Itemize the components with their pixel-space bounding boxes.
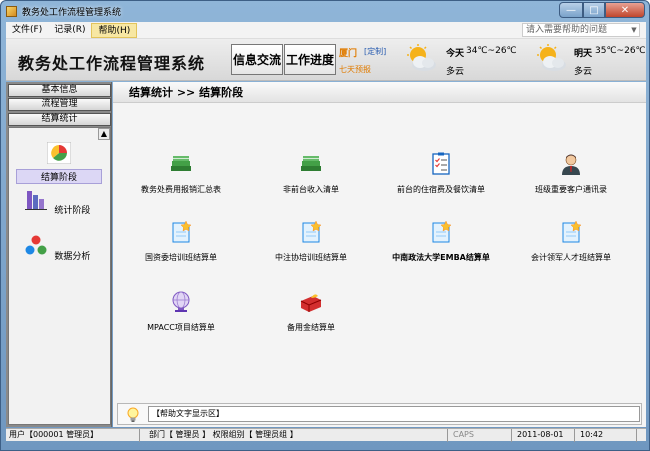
title-bar: 教务处工作流程管理系统 — □ ✕: [1, 1, 649, 22]
info-exchange-button[interactable]: 信息交流: [231, 44, 283, 75]
globe-icon: [172, 291, 190, 312]
maximize-button[interactable]: □: [583, 2, 605, 18]
grid-item-label: 前台的住宿费及餐饮清单: [397, 185, 485, 194]
checklist-icon: [432, 152, 450, 175]
sidebar-panel: ▲ 结算阶段 统计阶段 数据分析: [8, 127, 111, 425]
grid-item-non-front-income[interactable]: 非前台收入清单: [246, 152, 376, 195]
help-text-area: 【帮助文字显示区】: [148, 406, 640, 422]
breadcrumb: 结算统计 >> 结算阶段: [113, 82, 646, 103]
sidebar-item-settlement-stage[interactable]: 结算阶段: [9, 141, 109, 184]
grid-item-mpacc-settlement[interactable]: MPACC项目结算单: [116, 290, 246, 333]
grid-item-label: 教务处费用报销汇总表: [141, 185, 221, 194]
grid-item-label: MPACC项目结算单: [147, 323, 215, 332]
weather-city[interactable]: 厦门: [339, 46, 357, 59]
document-star-icon: [302, 220, 322, 243]
menu-file[interactable]: 文件(F): [6, 23, 48, 38]
seven-day-forecast-link[interactable]: 七天预报: [339, 64, 371, 75]
sidebar: 基本信息 流程管理 结算统计 ▲ 结算阶段 统计阶段 数据分析: [6, 82, 112, 427]
molecule-icon: [25, 235, 47, 255]
app-window: 教务处工作流程管理系统 — □ ✕ 文件(F) 记录(R) 帮助(H) 请入需要…: [0, 0, 650, 451]
grid-item-client-contacts[interactable]: 班级重要客户通讯录: [506, 152, 636, 195]
weather-tomorrow-label: 明天: [574, 49, 593, 59]
help-bar: 【帮助文字显示区】: [117, 403, 642, 425]
minimize-button[interactable]: —: [559, 2, 583, 18]
dropdown-arrow-icon[interactable]: ▼: [629, 24, 639, 36]
gift-icon: [300, 294, 322, 312]
status-caps: CAPS: [450, 429, 512, 442]
help-search-placeholder: 请入需要帮助的问题: [526, 25, 608, 35]
grid-item-expense-summary[interactable]: 教务处费用报销汇总表: [116, 152, 246, 195]
sidebar-item-statistics-stage[interactable]: 统计阶段: [9, 189, 109, 216]
grid-item-emba-settlement[interactable]: 中南政法大学EMBA结算单: [376, 220, 506, 263]
partly-cloudy-icon: [537, 44, 566, 71]
document-star-icon: [562, 220, 582, 243]
partly-cloudy-icon: [407, 44, 436, 71]
chart-pie-icon: [46, 141, 72, 165]
weather-tomorrow-desc: 多云: [574, 67, 593, 77]
grid-item-cicpa-training[interactable]: 中注协培训班结算单: [246, 220, 376, 263]
close-button[interactable]: ✕: [605, 2, 645, 18]
app-icon: [6, 6, 17, 17]
weather-custom-link[interactable]: [定制]: [364, 46, 386, 57]
grid-item-front-lodging[interactable]: 前台的住宿费及餐饮清单: [376, 152, 506, 195]
app-header: 教务处工作流程管理系统 信息交流 工作进度 厦门 [定制] 七天预报 今天 34…: [6, 39, 646, 81]
grid-item-accounting-leaders[interactable]: 会计领军人才班结算单: [506, 220, 636, 263]
grid-item-label: 会计领军人才班结算单: [531, 253, 611, 262]
status-dept: 部门【 管理员 】 权限组别【 管理员组 】: [146, 429, 448, 442]
menu-record[interactable]: 记录(R): [48, 23, 91, 38]
menu-help[interactable]: 帮助(H): [91, 22, 138, 38]
window-title: 教务处工作流程管理系统: [22, 8, 122, 18]
grid-item-label: 国资委培训班结算单: [145, 253, 217, 262]
sidebar-tab-basic-info[interactable]: 基本信息: [8, 84, 111, 97]
document-star-icon: [432, 220, 452, 243]
weather-tomorrow-temp: 35℃~26℃: [595, 46, 646, 56]
books-icon: [171, 156, 191, 171]
grid-item-label: 备用金结算单: [287, 323, 335, 332]
window-controls: — □ ✕: [559, 2, 645, 18]
status-user: 用户【000001 管理员】: [6, 429, 140, 442]
sidebar-item-label: 结算阶段: [16, 169, 102, 184]
main-content: 结算统计 >> 结算阶段 教务处费用报销汇总表 非前台收入清单 前台的住宿费及餐…: [113, 82, 646, 427]
document-star-icon: [172, 220, 192, 243]
weather-today-desc: 多云: [446, 67, 465, 77]
grid-item-label: 班级重要客户通讯录: [535, 185, 607, 194]
sidebar-item-label: 统计阶段: [54, 206, 91, 216]
status-date: 2011-08-01: [514, 429, 575, 442]
scroll-up-icon[interactable]: ▲: [98, 128, 110, 140]
app-title: 教务处工作流程管理系统: [18, 54, 206, 73]
person-icon: [562, 154, 580, 175]
grid-item-label: 中南政法大学EMBA结算单: [392, 253, 490, 262]
lightbulb-icon: [127, 407, 139, 422]
grid-item-petty-cash[interactable]: 备用金结算单: [246, 290, 376, 333]
sidebar-tab-settlement[interactable]: 结算统计: [8, 113, 111, 126]
bar-chart-icon: [24, 191, 47, 210]
sidebar-item-data-analysis[interactable]: 数据分析: [9, 235, 109, 262]
books-icon: [301, 156, 321, 171]
status-bar: 用户【000001 管理员】 部门【 管理员 】 权限组别【 管理员组 】 CA…: [6, 428, 646, 442]
weather-today-temp: 34℃~26℃: [466, 46, 517, 56]
sidebar-item-label: 数据分析: [54, 252, 91, 262]
grid-item-sasac-training[interactable]: 国资委培训班结算单: [116, 220, 246, 263]
help-search-input[interactable]: 请入需要帮助的问题 ▼: [522, 23, 640, 37]
menu-bar: 文件(F) 记录(R) 帮助(H) 请入需要帮助的问题 ▼: [6, 22, 646, 39]
grid-item-label: 中注协培训班结算单: [275, 253, 347, 262]
grid-item-label: 非前台收入清单: [283, 185, 339, 194]
weather-today-label: 今天: [446, 49, 465, 59]
sidebar-tab-process[interactable]: 流程管理: [8, 98, 111, 111]
work-progress-button[interactable]: 工作进度: [284, 44, 336, 75]
status-time: 10:42: [577, 429, 637, 442]
